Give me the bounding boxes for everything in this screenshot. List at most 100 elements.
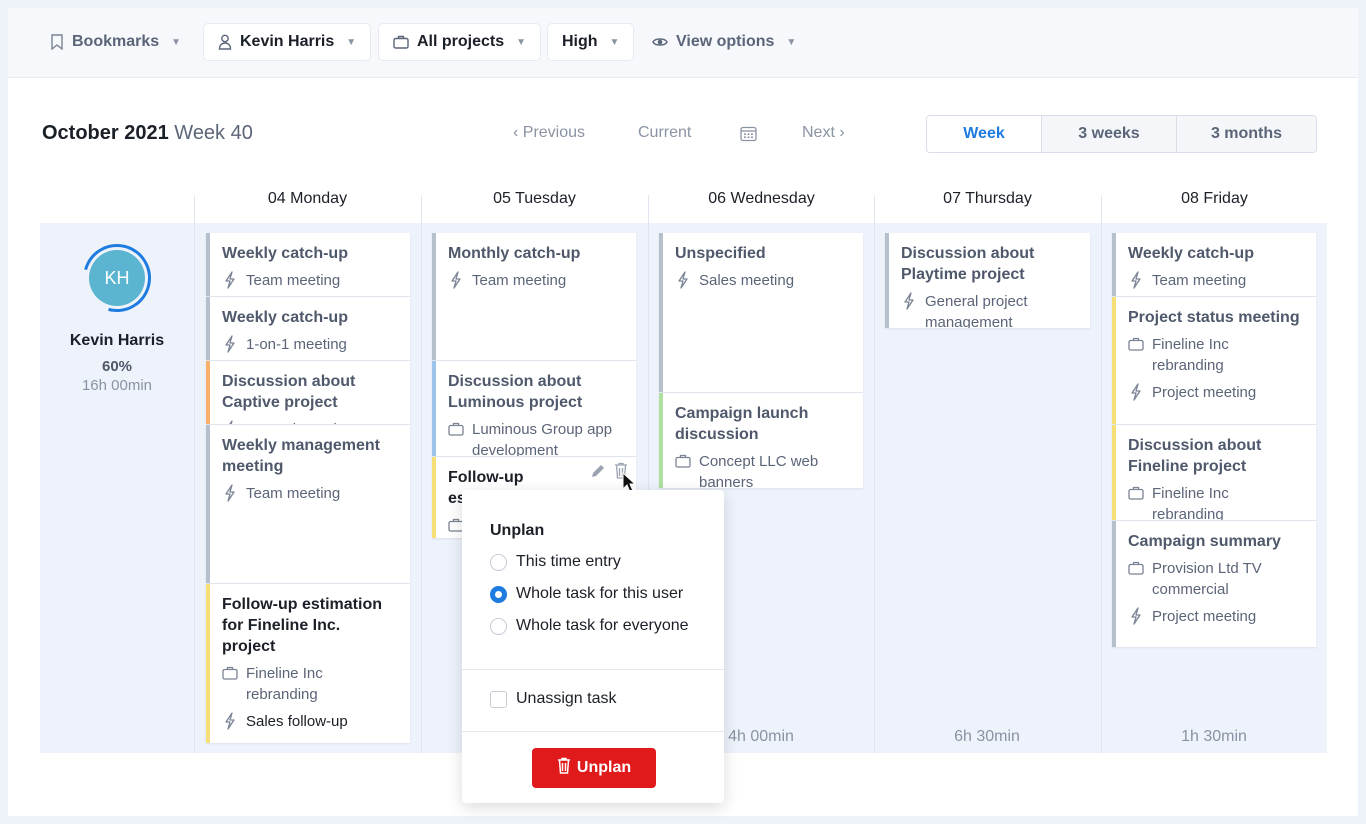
option-whole-task-user[interactable]: Whole task for this user	[490, 585, 683, 603]
user-filter-dropdown[interactable]: Kevin Harris ▼	[203, 23, 372, 61]
task-meta-text: Internal meeting	[246, 419, 354, 424]
unplan-label: Unplan	[576, 759, 632, 776]
lightning-icon	[222, 270, 238, 290]
task-title: Discussion about Playtime project	[901, 245, 1035, 283]
next-label: Next	[802, 124, 835, 141]
task-meta-text: Sales meeting	[699, 272, 795, 289]
view-3weeks-tab[interactable]: 3 weeks	[1041, 116, 1176, 152]
day-header: 05 Tuesday	[493, 190, 576, 207]
lightning-icon	[222, 334, 238, 354]
divider	[194, 195, 195, 753]
divider	[462, 669, 724, 670]
avatar: KH	[70, 231, 164, 325]
task-card[interactable]: Unspecified Sales meeting	[659, 233, 863, 392]
task-meta-text: 1-on-1 meeting	[246, 336, 347, 353]
task-meta: Team meeting	[222, 483, 398, 504]
task-card[interactable]: Discussion about Captive project Internal…	[206, 361, 410, 424]
user-filter-label: Kevin Harris	[240, 33, 335, 50]
checkbox-label: Unassign task	[516, 690, 617, 707]
task-title: Weekly catch-up	[222, 245, 348, 262]
task-title: Unspecified	[675, 245, 766, 262]
lightning-icon	[1128, 270, 1144, 290]
priority-dropdown[interactable]: High ▼	[547, 23, 635, 61]
priority-label: High	[562, 33, 598, 50]
view-options-label: View options	[676, 33, 775, 50]
projects-dropdown[interactable]: All projects ▼	[378, 23, 542, 61]
task-card[interactable]: Weekly catch-up Team meeting	[206, 233, 410, 296]
task-card[interactable]: Weekly catch-up 1-on-1 meeting	[206, 297, 410, 360]
task-meta-text: Fineline Inc rebranding	[246, 665, 323, 703]
task-card[interactable]: Follow-up estimation for Fineline Inc. p…	[206, 584, 410, 743]
task-card[interactable]: Campaign launch discussion Concept LLC we…	[659, 393, 863, 488]
task-card[interactable]: Project status meeting Fineline Inc rebra…	[1112, 297, 1316, 424]
day-header: 07 Thursday	[943, 190, 1032, 207]
task-meta-text: Fineline Inc rebranding	[1152, 336, 1229, 374]
popover-title: Unplan	[490, 522, 545, 539]
task-card[interactable]: Weekly management meeting Team meeting	[206, 425, 410, 583]
month-label: October 2021	[42, 122, 169, 144]
task-meta-text: Luminous Group app development	[472, 421, 613, 456]
briefcase-icon	[1128, 334, 1144, 354]
eye-icon	[652, 36, 668, 48]
briefcase-icon	[1128, 483, 1144, 503]
task-title: Follow-up estimation for Fineline Inc. p…	[222, 596, 382, 655]
current-button[interactable]: Current	[638, 124, 691, 142]
caret-down-icon: ▼	[171, 36, 182, 48]
day-header: 06 Wednesday	[708, 190, 815, 207]
option-whole-task-everyone[interactable]: Whole task for everyone	[490, 617, 689, 635]
task-title: Discussion about Fineline project	[1128, 437, 1262, 475]
task-card[interactable]: Campaign summary Provision Ltd TV commerc…	[1112, 521, 1316, 647]
lightning-icon	[222, 483, 238, 503]
option-this-time-entry[interactable]: This time entry	[490, 553, 621, 571]
task-meta: Sales follow-up	[222, 711, 398, 732]
unassign-task-checkbox[interactable]: Unassign task	[490, 690, 617, 708]
option-label: Whole task for everyone	[516, 617, 689, 634]
task-meta-text: Team meeting	[1152, 272, 1247, 289]
task-card[interactable]: Discussion about Luminous project Luminou…	[432, 361, 636, 456]
unplan-button[interactable]: Unplan	[532, 748, 656, 788]
task-meta-text: Team meeting	[246, 272, 341, 289]
task-card[interactable]: Weekly catch-up Team meeting	[1112, 233, 1316, 296]
day-total: 6h 30min	[954, 728, 1020, 745]
task-title: Discussion about Luminous project	[448, 373, 583, 411]
task-card[interactable]: Discussion about Fineline project Finelin…	[1112, 425, 1316, 520]
bookmarks-dropdown[interactable]: Bookmarks ▼	[36, 23, 195, 61]
week-label: Week 40	[174, 122, 253, 144]
task-meta: Fineline Inc rebranding	[222, 663, 398, 705]
divider	[462, 731, 724, 732]
task-meta: Luminous Group app development	[448, 419, 624, 456]
trash-icon	[557, 757, 571, 779]
briefcase-icon	[222, 663, 238, 683]
checkbox[interactable]	[490, 690, 507, 708]
next-button[interactable]: Next ›	[802, 124, 845, 142]
user-percent: 60%	[101, 358, 133, 375]
task-meta: Team meeting	[448, 270, 624, 291]
chevron-left-icon: ‹	[513, 124, 523, 141]
user-summary[interactable]: KH Kevin Harris 60% 16h 00min	[40, 231, 194, 394]
task-card[interactable]: Monthly catch-up Team meeting	[432, 233, 636, 360]
task-title: Monthly catch-up	[448, 245, 581, 262]
previous-button[interactable]: ‹ Previous	[513, 124, 585, 142]
task-meta: Provision Ltd TV commercial	[1128, 558, 1304, 600]
task-card[interactable]: Discussion about Playtime project General…	[885, 233, 1090, 328]
caret-down-icon: ▼	[516, 36, 527, 48]
lightning-icon	[222, 419, 238, 424]
radio-selected[interactable]	[490, 585, 507, 603]
view-3months-tab[interactable]: 3 months	[1176, 116, 1316, 152]
view-week-tab[interactable]: Week	[927, 116, 1041, 152]
day-total: 1h 30min	[1181, 728, 1247, 745]
page-title: October 2021 Week 40	[42, 122, 253, 145]
user-hours: 16h 00min	[81, 377, 153, 394]
calendar-icon[interactable]	[740, 125, 757, 147]
caret-down-icon: ▼	[786, 36, 797, 48]
divider	[874, 195, 875, 753]
radio[interactable]	[490, 553, 507, 571]
briefcase-icon	[448, 419, 464, 439]
task-meta: Project meeting	[1128, 606, 1304, 627]
task-meta: Team meeting	[1128, 270, 1304, 291]
task-title: Discussion about Captive project	[222, 373, 356, 411]
edit-icon[interactable]	[590, 463, 606, 484]
lightning-icon	[675, 270, 691, 290]
view-options-dropdown[interactable]: View options ▼	[638, 23, 810, 61]
radio[interactable]	[490, 617, 507, 635]
